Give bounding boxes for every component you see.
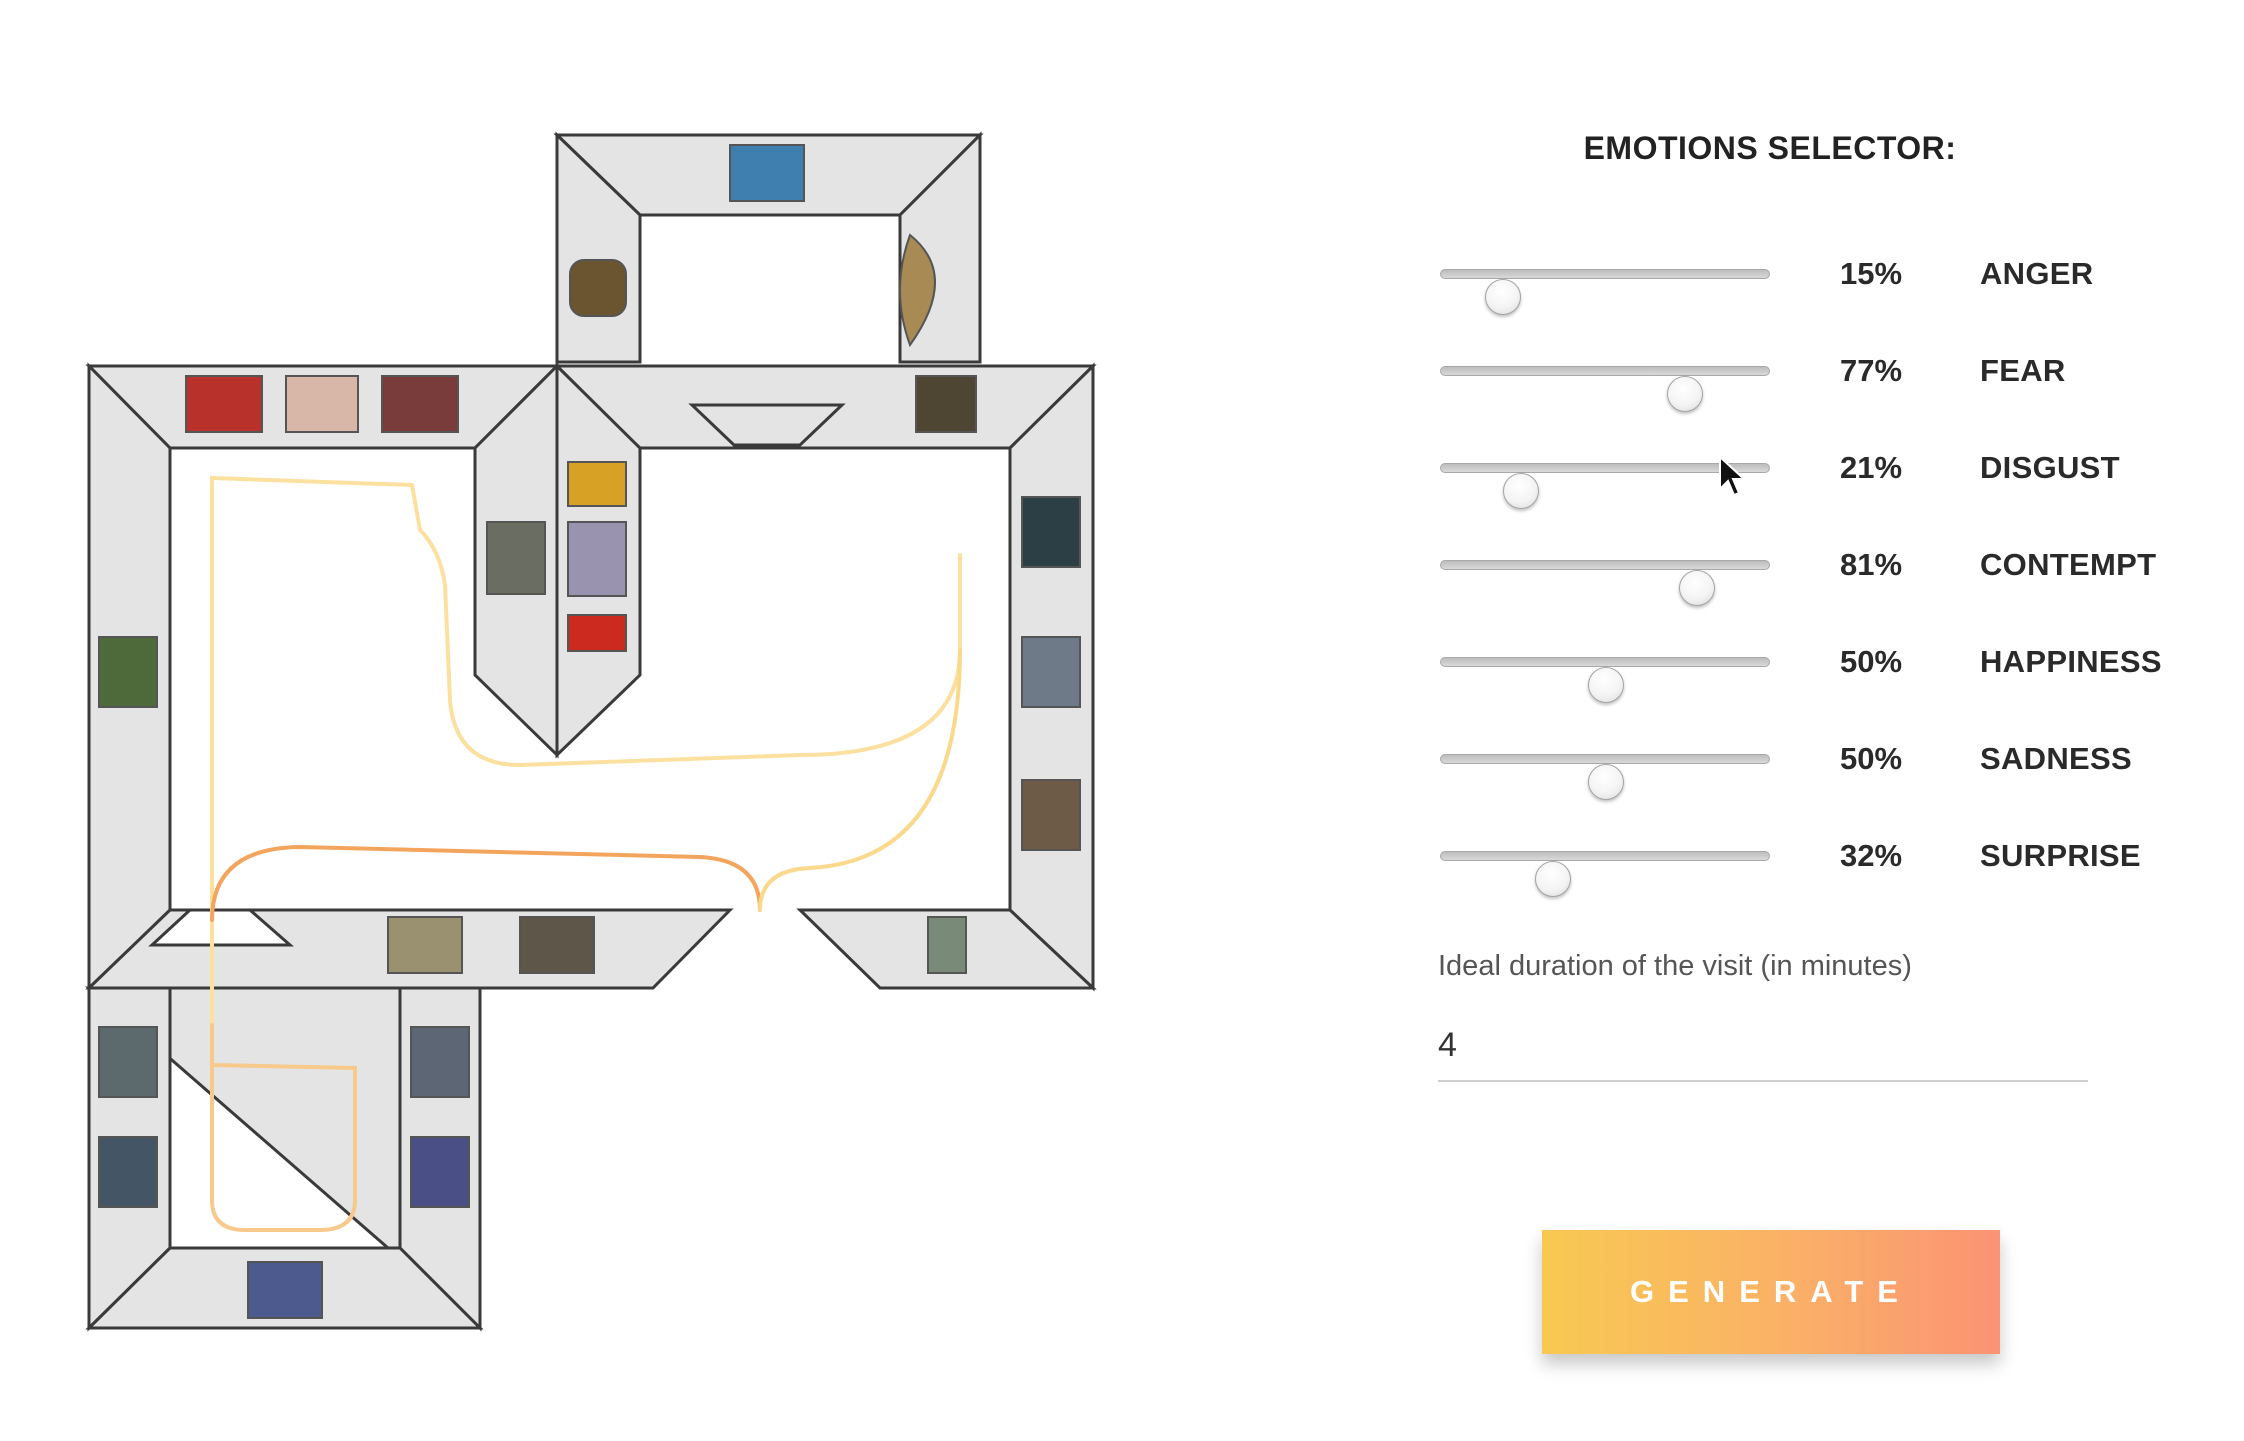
contempt-slider[interactable] <box>1440 560 1770 606</box>
contempt-value: 81% <box>1840 547 1903 582</box>
duration-input[interactable] <box>1438 1010 2088 1082</box>
disgust-slider-thumb[interactable] <box>1502 473 1539 509</box>
slider-row-disgust: 21% DISGUST <box>1440 440 2200 509</box>
anger-label: ANGER <box>1980 256 2094 291</box>
happiness-label: HAPPINESS <box>1980 644 2162 679</box>
generate-button[interactable]: GENERATE <box>1542 1230 2000 1354</box>
museum-floor-plan <box>84 131 1097 1332</box>
surprise-slider-thumb[interactable] <box>1535 861 1572 897</box>
slider-row-contempt: 81% CONTEMPT <box>1440 537 2200 606</box>
fear-value: 77% <box>1840 353 1903 388</box>
disgust-value: 21% <box>1840 450 1903 485</box>
slider-row-happiness: 50% HAPPINESS <box>1440 634 2200 703</box>
mouse-cursor-icon <box>1719 455 1747 497</box>
happiness-slider-thumb[interactable] <box>1588 667 1624 703</box>
slider-row-sadness: 50% SADNESS <box>1440 731 2200 800</box>
sadness-slider[interactable] <box>1440 754 1770 800</box>
happiness-slider[interactable] <box>1440 657 1770 703</box>
fear-label: FEAR <box>1980 353 2066 388</box>
contempt-slider-thumb[interactable] <box>1679 570 1716 606</box>
panel-title: EMOTIONS SELECTOR: <box>1583 130 1957 166</box>
duration-label: Ideal duration of the visit (in minutes) <box>1438 950 1912 982</box>
slider-row-anger: 15% ANGER <box>1440 246 2200 315</box>
anger-value: 15% <box>1840 256 1903 291</box>
emotions-panel: EMOTIONS SELECTOR: 15% ANGER 77% FEAR 21… <box>1380 0 2244 1441</box>
surprise-value: 32% <box>1840 838 1903 873</box>
surprise-label: SURPRISE <box>1980 838 2141 873</box>
happiness-value: 50% <box>1840 644 1903 679</box>
disgust-label: DISGUST <box>1980 450 2120 485</box>
surprise-slider[interactable] <box>1440 851 1770 897</box>
fear-slider-thumb[interactable] <box>1667 376 1704 412</box>
slider-row-fear: 77% FEAR <box>1440 343 2200 412</box>
fear-slider[interactable] <box>1440 366 1770 412</box>
anger-slider-thumb[interactable] <box>1485 279 1522 315</box>
sadness-label: SADNESS <box>1980 741 2132 776</box>
slider-row-surprise: 32% SURPRISE <box>1440 828 2200 897</box>
sadness-value: 50% <box>1840 741 1903 776</box>
anger-slider[interactable] <box>1440 269 1770 315</box>
contempt-label: CONTEMPT <box>1980 547 2157 582</box>
sadness-slider-thumb[interactable] <box>1588 764 1624 800</box>
